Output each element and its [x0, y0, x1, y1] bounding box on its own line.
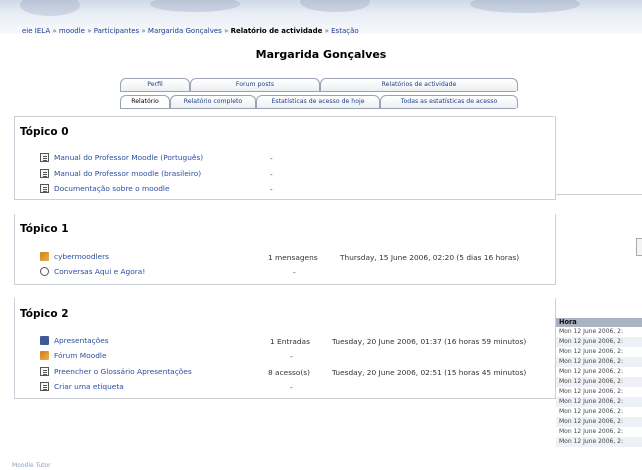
page-title: Margarida Gonçalves [255, 48, 387, 61]
forum-icon [40, 351, 49, 360]
activity-link-preencher-glossario[interactable]: Preencher o Glossário Apresentações [54, 367, 192, 376]
tab-row1-divider [120, 91, 516, 92]
activity-link-cybermoodlers[interactable]: cybermoodlers [54, 252, 109, 261]
breadcrumb: eie IELA » moodle » Participantes » Marg… [22, 27, 359, 35]
breadcrumb-item-user[interactable]: Margarida Gonçalves [148, 27, 222, 35]
activity-link-apresentacoes[interactable]: Apresentações [54, 336, 109, 345]
breadcrumb-item-site[interactable]: eie IELA [22, 27, 50, 35]
activity-link-manual-br[interactable]: Manual do Professor moodle (brasileiro) [54, 169, 201, 178]
glossary-icon [40, 336, 49, 345]
log-row: Mon 12 June 2006, 2: [556, 417, 642, 427]
tab-forum-posts[interactable]: Forum posts [190, 78, 320, 91]
log-divider [556, 194, 642, 195]
document-icon [40, 382, 49, 391]
log-row: Mon 12 June 2006, 2: [556, 337, 642, 347]
breadcrumb-item-station: Estação [331, 27, 359, 35]
log-row: Mon 12 June 2006, 2: [556, 437, 642, 447]
document-icon [40, 184, 49, 193]
activity-count: - [293, 268, 296, 277]
footer-link[interactable]: Moodle Tutor [12, 462, 51, 469]
activity-count: - [270, 154, 273, 163]
tab-row2-divider [120, 108, 516, 109]
breadcrumb-item-report: Relatório de actividade [230, 27, 323, 35]
tab-full-report[interactable]: Relatório completo [170, 95, 256, 108]
activity-link-moodle-docs[interactable]: Documentação sobre o moodle [54, 184, 170, 193]
topic-0-heading: Tópico 0 [20, 126, 69, 138]
log-header-time: Hora [556, 318, 642, 327]
activity-last-access: Tuesday, 20 June 2006, 02:51 (15 horas 4… [332, 368, 527, 377]
activity-count: - [270, 170, 273, 179]
breadcrumb-item-participants[interactable]: Participantes [94, 27, 139, 35]
activity-link-chat[interactable]: Conversas Aqui e Agora! [54, 267, 145, 276]
scroll-handle[interactable] [636, 238, 642, 256]
log-row: Mon 12 June 2006, 2: [559, 408, 623, 415]
activity-link-manual-pt[interactable]: Manual do Professor Moodle (Português) [54, 153, 203, 162]
activity-count: 1 Entradas [270, 337, 310, 346]
log-row: Mon 12 June 2006, 2: [559, 388, 623, 395]
document-icon [40, 367, 49, 376]
document-icon [40, 169, 49, 178]
activity-count: - [270, 185, 273, 194]
tab-today-stats[interactable]: Estatísticas de acesso de hoje [256, 95, 380, 108]
document-icon [40, 153, 49, 162]
tab-report[interactable]: Relatório [120, 95, 170, 108]
activity-link-criar-etiqueta[interactable]: Criar uma etiqueta [54, 382, 124, 391]
log-row: Mon 12 June 2006, 2: [559, 368, 623, 375]
topic-1-heading: Tópico 1 [20, 223, 69, 235]
activity-last-access: Tuesday, 20 June 2006, 01:37 (16 horas 5… [332, 337, 527, 346]
log-row: Mon 12 June 2006, 2: [559, 328, 623, 335]
log-row: Mon 12 June 2006, 2: [556, 377, 642, 387]
activity-count: 1 mensagens [268, 253, 318, 262]
forum-icon [40, 252, 49, 261]
tab-all-stats[interactable]: Todas as estatísticas de acesso [380, 95, 518, 108]
tab-activity-reports[interactable]: Relatórios de actividade [320, 78, 518, 91]
log-row: Mon 12 June 2006, 2: [556, 357, 642, 367]
activity-count: 8 acesso(s) [268, 368, 311, 377]
activity-count: - [290, 383, 293, 392]
breadcrumb-item-course[interactable]: moodle [59, 27, 85, 35]
log-row: Mon 12 June 2006, 2: [559, 428, 623, 435]
activity-count: - [290, 352, 293, 361]
topic-2-heading: Tópico 2 [20, 308, 69, 320]
tab-profile[interactable]: Perfil [120, 78, 190, 91]
activity-last-access: Thursday, 15 June 2006, 02:20 (5 dias 16… [340, 253, 520, 262]
log-row: Mon 12 June 2006, 2: [559, 348, 623, 355]
activity-link-forum-moodle[interactable]: Fórum Moodle [54, 351, 107, 360]
topic-0-top-rule [14, 116, 554, 117]
log-row: Mon 12 June 2006, 2: [556, 397, 642, 407]
chat-icon [40, 267, 49, 276]
